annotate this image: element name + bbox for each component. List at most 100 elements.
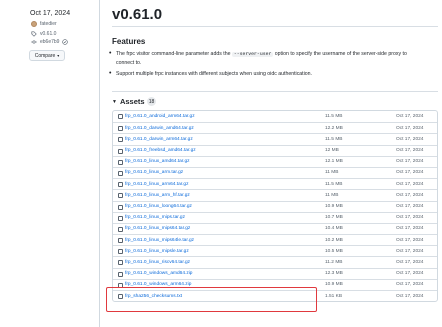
asset-size: 10.9 MB xyxy=(325,204,343,209)
author-row[interactable]: fatedier xyxy=(31,21,57,27)
asset-date: Oct 17, 2024 xyxy=(396,259,424,265)
tag-label[interactable]: v0.61.0 xyxy=(40,31,56,37)
asset-size: 10.5 MB xyxy=(325,248,343,254)
asset-link[interactable]: frp_0.61.0_freebsd_amd64.tar.gz xyxy=(125,148,196,153)
asset-size: 10.2 MB xyxy=(325,237,343,243)
asset-row[interactable]: frp_0.61.0_linux_riscv64.tar.gz 11.2 MB Oc… xyxy=(113,256,437,267)
author-name[interactable]: fatedier xyxy=(40,21,57,27)
asset-date: Oct 17, 2024 xyxy=(396,148,424,154)
asset-date: Oct 17, 2024 xyxy=(396,215,424,221)
assets-toggle[interactable]: ▼ Assets xyxy=(112,97,145,106)
asset-date: Oct 17, 2024 xyxy=(396,125,424,131)
asset-date: Oct 17, 2024 xyxy=(396,226,424,232)
asset-date: Oct 17, 2024 xyxy=(396,159,424,165)
asset-row[interactable]: frp_0.61.0_linux_amd64.tar.gz 12.1 MB Oct … xyxy=(113,155,437,167)
asset-row[interactable]: frp_0.61.0_freebsd_amd64.tar.gz 12 MB Oct … xyxy=(113,144,437,156)
compare-button[interactable]: Compare ▾ xyxy=(29,50,65,61)
package-icon xyxy=(118,260,123,266)
asset-date: Oct 17, 2024 xyxy=(396,192,424,198)
asset-link[interactable]: frp_0.61.0_linux_loong64.tar.gz xyxy=(125,204,192,209)
asset-row[interactable]: frp_0.61.0_darwin_amd64.tar.gz 12.2 MB Oct… xyxy=(113,122,437,133)
asset-row[interactable]: frp_0.61.0_linux_arm64.tar.gz 11.5 MB Oct … xyxy=(113,178,437,189)
asset-link[interactable]: frp_0.61.0_linux_mips64le.tar.gz xyxy=(125,238,194,243)
asset-link[interactable]: frp_0.61.0_windows_amd64.zip xyxy=(125,271,192,276)
asset-link[interactable]: frp_0.61.0_linux_mips64.tar.gz xyxy=(125,226,190,231)
package-icon xyxy=(118,238,123,244)
tag-row[interactable]: v0.61.0 xyxy=(31,31,56,37)
package-icon xyxy=(118,114,123,119)
package-icon xyxy=(118,271,123,277)
asset-size: 11.5 MB xyxy=(325,136,343,142)
asset-size: 12.1 MB xyxy=(325,159,343,165)
windows-assets-highlight xyxy=(106,287,317,312)
asset-row[interactable]: frp_0.61.0_linux_arm_hf.tar.gz 11 MB Oct 1… xyxy=(113,189,437,200)
asset-row[interactable]: frp_0.61.0_linux_mips.tar.gz 10.7 MB Oct 1… xyxy=(113,211,437,223)
asset-link[interactable]: frp_0.61.0_linux_arm_hf.tar.gz xyxy=(125,193,190,198)
commit-hash[interactable]: eb6e7b9 xyxy=(40,39,59,45)
package-icon xyxy=(118,182,123,188)
package-icon xyxy=(118,148,123,154)
asset-link[interactable]: frp_0.61.0_linux_arm64.tar.gz xyxy=(125,182,188,187)
asset-row[interactable]: frp_0.61.0_linux_loong64.tar.gz 10.9 MB Oc… xyxy=(113,200,437,212)
asset-row[interactable]: frp_0.61.0_linux_arm.tar.gz 11 MB Oct 17, … xyxy=(113,166,437,178)
package-icon xyxy=(118,249,123,255)
divider xyxy=(112,26,438,27)
asset-row[interactable]: frp_0.61.0_linux_mips64le.tar.gz 10.2 MB O… xyxy=(113,234,437,245)
release-title[interactable]: v0.61.0 xyxy=(112,6,162,23)
asset-link[interactable]: frp_0.61.0_linux_mips.tar.gz xyxy=(125,215,185,220)
triangle-down-icon: ▼ xyxy=(112,98,117,105)
commit-icon xyxy=(31,40,37,44)
asset-link[interactable]: frp_0.61.0_darwin_amd64.tar.gz xyxy=(125,126,194,131)
compare-label: Compare xyxy=(34,52,56,59)
asset-row[interactable]: frp_0.61.0_darwin_arm64.tar.gz 11.5 MB Oct… xyxy=(113,133,437,144)
asset-date: Oct 17, 2024 xyxy=(396,204,424,209)
package-icon xyxy=(118,215,123,221)
asset-size: 11.5 MB xyxy=(325,113,343,119)
asset-link[interactable]: frp_0.61.0_linux_riscv64.tar.gz xyxy=(125,260,190,265)
asset-date: Oct 17, 2024 xyxy=(396,248,424,254)
package-icon xyxy=(118,226,123,232)
asset-row[interactable]: frp_0.61.0_linux_mips64.tar.gz 10.4 MB Oct… xyxy=(113,222,437,234)
bullet: • xyxy=(109,70,112,77)
asset-date: Oct 17, 2024 xyxy=(396,181,424,187)
features-heading: Features xyxy=(112,37,146,46)
asset-size: 12.3 MB xyxy=(325,271,343,277)
package-icon xyxy=(118,170,123,176)
asset-row[interactable]: frp_0.61.0_linux_mipsle.tar.gz 10.5 MB Oct… xyxy=(113,245,437,256)
asset-link[interactable]: frp_0.61.0_darwin_arm64.tar.gz xyxy=(125,137,193,142)
assets-heading: Assets xyxy=(119,97,145,106)
package-icon xyxy=(118,126,123,132)
asset-size: 1.51 KB xyxy=(325,293,343,299)
verified-icon xyxy=(62,39,69,45)
asset-row[interactable]: frp_0.61.0_windows_amd64.zip 12.3 MB Oct 1… xyxy=(113,267,437,279)
asset-link[interactable]: frp_0.61.0_linux_mipsle.tar.gz xyxy=(125,249,189,254)
asset-date: Oct 17, 2024 xyxy=(396,293,424,299)
package-icon xyxy=(118,204,123,210)
asset-size: 12.2 MB xyxy=(325,125,343,131)
release-body: v0.61.0 Features • The frpc visitor comm… xyxy=(100,0,442,327)
asset-link[interactable]: frp_0.61.0_linux_amd64.tar.gz xyxy=(125,159,190,164)
release-date: Oct 17, 2024 xyxy=(30,10,71,17)
assets-count-badge: 18 xyxy=(147,97,156,106)
asset-date: Oct 17, 2024 xyxy=(396,113,424,119)
chevron-down-icon: ▾ xyxy=(57,53,60,58)
assets-list: frp_0.61.0_android_arm64.tar.gz 11.5 MB Oc… xyxy=(112,110,438,303)
asset-date: Oct 17, 2024 xyxy=(396,170,424,176)
asset-size: 11 MB xyxy=(325,170,339,176)
asset-date: Oct 17, 2024 xyxy=(396,271,424,277)
asset-size: 10.9 MB xyxy=(325,282,343,288)
asset-size: 11.5 MB xyxy=(325,181,343,187)
asset-date: Oct 17, 2024 xyxy=(396,136,424,142)
asset-link[interactable]: frp_0.61.0_android_arm64.tar.gz xyxy=(125,114,195,119)
asset-date: Oct 17, 2024 xyxy=(396,237,424,243)
asset-date: Oct 17, 2024 xyxy=(396,282,424,288)
package-icon xyxy=(118,193,123,199)
feature-item: • Support multiple frpc instances with d… xyxy=(109,70,312,77)
feature-item: • The frpc visitor command-line paramete… xyxy=(109,50,407,66)
asset-row[interactable]: frp_0.61.0_android_arm64.tar.gz 11.5 MB Oc… xyxy=(113,111,437,122)
avatar xyxy=(31,21,37,27)
commit-row[interactable]: eb6e7b9 xyxy=(31,39,69,45)
bullet: • xyxy=(109,50,112,57)
asset-link[interactable]: frp_0.61.0_linux_arm.tar.gz xyxy=(125,170,183,175)
asset-size: 10.7 MB xyxy=(325,215,343,221)
